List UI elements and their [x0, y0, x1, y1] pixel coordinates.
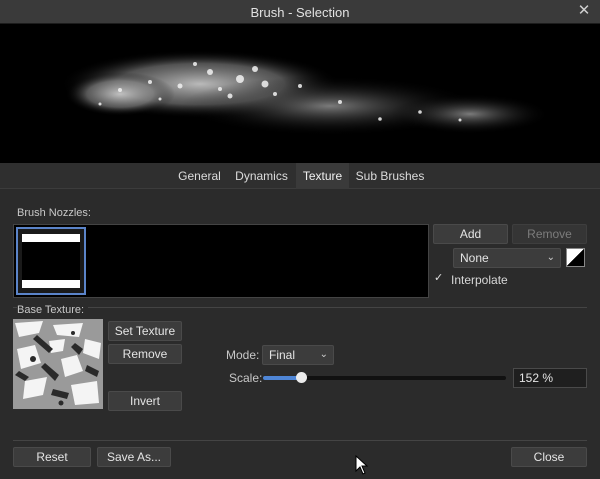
- interpolate-label: Interpolate: [451, 273, 508, 287]
- color-swatch[interactable]: [566, 248, 585, 267]
- remove-texture-button[interactable]: Remove: [108, 344, 182, 364]
- brush-nozzles-label: Brush Nozzles:: [17, 207, 91, 219]
- mouse-cursor-icon: [355, 455, 369, 475]
- chevron-down-icon: ⌄: [319, 349, 328, 360]
- tab-dynamics[interactable]: Dynamics: [230, 163, 293, 189]
- save-as-button[interactable]: Save As...: [97, 447, 171, 467]
- scale-slider-handle[interactable]: [295, 372, 307, 383]
- set-texture-button[interactable]: Set Texture: [108, 321, 182, 341]
- texture-pattern: [13, 319, 103, 409]
- blend-mode-select[interactable]: None ⌄: [453, 248, 561, 268]
- close-button[interactable]: Close: [511, 447, 587, 467]
- mode-label: Mode:: [226, 348, 260, 362]
- remove-nozzle-button[interactable]: Remove: [512, 224, 587, 244]
- chevron-down-icon: ⌄: [546, 252, 555, 263]
- tab-sub-brushes[interactable]: Sub Brushes: [352, 163, 428, 189]
- reset-button[interactable]: Reset: [13, 447, 91, 467]
- blend-mode-value: None: [460, 251, 489, 265]
- nozzle-thumbnail[interactable]: [16, 227, 86, 295]
- invert-button[interactable]: Invert: [108, 391, 182, 411]
- interpolate-checkbox[interactable]: ✓: [434, 272, 446, 284]
- close-icon[interactable]: ✕: [575, 2, 593, 20]
- add-nozzle-button[interactable]: Add: [433, 224, 508, 244]
- window-title: Brush - Selection: [250, 5, 350, 20]
- nozzle-list[interactable]: [13, 224, 429, 298]
- footer-divider: [13, 440, 587, 441]
- scale-input[interactable]: 152 %: [513, 368, 587, 388]
- brush-preview: [0, 24, 600, 163]
- scale-slider[interactable]: [263, 372, 506, 383]
- texture-preview: [13, 319, 103, 409]
- brush-stroke-preview: [60, 50, 550, 136]
- base-texture-label: Base Texture:: [17, 304, 89, 316]
- mode-select[interactable]: Final ⌄: [262, 345, 334, 365]
- section-divider: [13, 307, 587, 308]
- title-bar: Brush - Selection ✕: [0, 0, 600, 24]
- scale-label: Scale:: [229, 371, 263, 385]
- mode-value: Final: [269, 348, 296, 362]
- tab-texture[interactable]: Texture: [296, 163, 349, 189]
- tab-bar: General Dynamics Texture Sub Brushes: [0, 163, 600, 189]
- tab-general[interactable]: General: [172, 163, 227, 189]
